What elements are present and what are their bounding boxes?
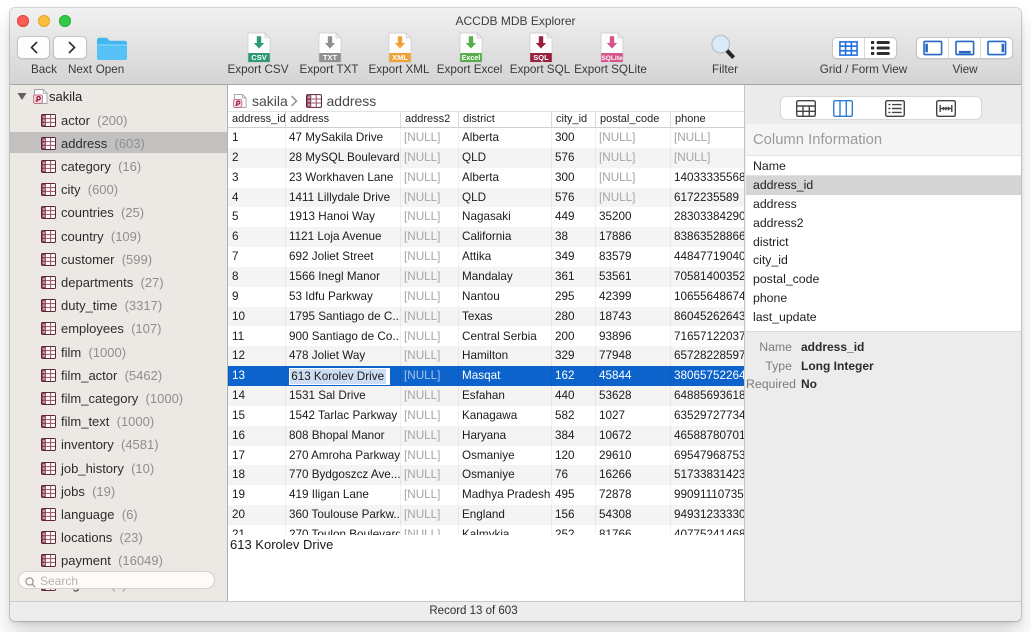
svg-text:Excel: Excel <box>461 53 480 62</box>
svg-text:TXT: TXT <box>323 53 338 62</box>
svg-text:SQLite: SQLite <box>601 55 623 62</box>
svg-text:XML: XML <box>392 53 408 62</box>
svg-text:CSV: CSV <box>251 53 266 62</box>
svg-text:SQL: SQL <box>533 53 549 62</box>
